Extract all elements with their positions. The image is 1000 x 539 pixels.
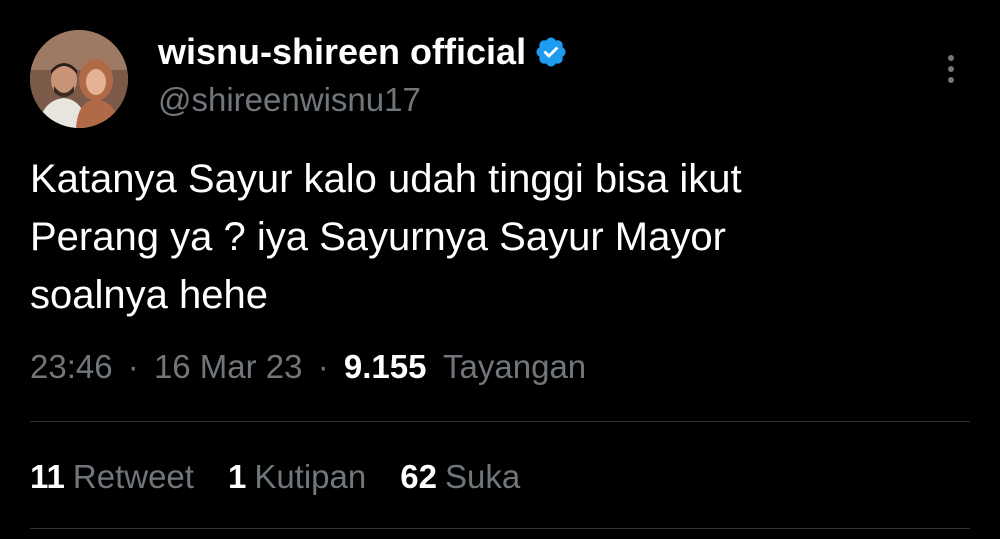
verified-badge-icon (536, 37, 566, 67)
retweets-count: 11 (30, 458, 65, 495)
retweets-label: Retweet (72, 458, 194, 495)
likes-label: Suka (444, 458, 521, 495)
views-count[interactable]: 9.155 (344, 348, 427, 385)
quotes-label: Kutipan (254, 458, 367, 495)
meta-separator: · (127, 348, 139, 385)
likes-count: 62 (400, 458, 437, 495)
avatar[interactable] (30, 30, 128, 128)
author-name-text[interactable]: wisnu-shireen official (158, 30, 526, 74)
divider (30, 528, 970, 529)
quotes-stat[interactable]: 1 Kutipan (228, 455, 366, 499)
tweet-meta: 23:46 · 16 Mar 23 · 9.155 Tayangan (30, 345, 586, 389)
tweet-time[interactable]: 23:46 (30, 348, 113, 385)
author-handle[interactable]: @shireenwisnu17 (158, 80, 421, 120)
tweet-date[interactable]: 16 Mar 23 (154, 348, 303, 385)
retweets-stat[interactable]: 11 Retweet (30, 455, 194, 499)
meta-separator: · (317, 348, 329, 385)
views-label[interactable]: Tayangan (443, 348, 586, 385)
tweet-stats: 11 Retweet 1 Kutipan 62 Suka (30, 455, 554, 499)
tweet-card: wisnu-shireen official @shireenwisnu17 K… (0, 0, 1000, 539)
more-vertical-icon[interactable] (936, 50, 966, 90)
avatar-photo (30, 30, 128, 128)
tweet-text: Katanya Sayur kalo udah tinggi bisa ikut… (30, 157, 742, 317)
likes-stat[interactable]: 62 Suka (400, 455, 520, 499)
divider (30, 421, 970, 422)
quotes-count: 1 (227, 458, 247, 495)
author-display-name[interactable]: wisnu-shireen official (158, 30, 568, 74)
